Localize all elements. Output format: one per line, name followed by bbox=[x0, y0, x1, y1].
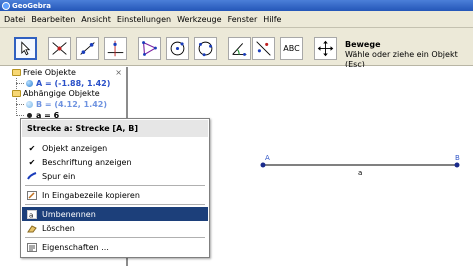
object-row-A[interactable]: A = (-1.88, 1.42) bbox=[26, 79, 110, 88]
free-objects-label: Freie Objekte bbox=[23, 68, 76, 77]
menu-werkzeuge[interactable]: Werkzeuge bbox=[174, 15, 224, 24]
menu-item-trace-on[interactable]: Spur ein bbox=[22, 169, 208, 183]
toolbar: ABC Bewege Wähle oder ziehe ein Objekt (… bbox=[0, 28, 473, 69]
tree-connector bbox=[16, 104, 24, 105]
object-row-B[interactable]: B = (4.12, 1.42) bbox=[26, 100, 107, 109]
eraser-icon bbox=[26, 223, 38, 233]
menu-separator bbox=[25, 237, 205, 238]
menu-bar: Datei Bearbeiten Ansicht Einstellungen W… bbox=[0, 11, 473, 28]
menu-hilfe[interactable]: Hilfe bbox=[260, 15, 284, 24]
polygon-icon bbox=[142, 41, 157, 56]
menu-separator bbox=[25, 204, 205, 205]
title-bar: GeoGebra bbox=[0, 0, 473, 11]
menu-item-show-object[interactable]: ✔ Objekt anzeigen bbox=[22, 141, 208, 155]
perpendicular-line-tool-button[interactable] bbox=[104, 37, 127, 60]
segment-a-label: a bbox=[358, 169, 362, 177]
object-A-text: A = (-1.88, 1.42) bbox=[36, 79, 111, 88]
context-menu-title: Strecke a: Strecke [A, B] bbox=[22, 120, 208, 137]
menu-item-label: Beschriftung anzeigen bbox=[42, 157, 132, 167]
polygon-tool-button[interactable] bbox=[138, 37, 161, 60]
text-tool-label: ABC bbox=[283, 44, 300, 53]
dependent-objects-folder[interactable]: Abhängige Objekte bbox=[12, 89, 100, 98]
menu-item-label: Spur ein bbox=[42, 171, 76, 181]
menu-item-copy-to-input[interactable]: In Eingabezeile kopieren bbox=[22, 188, 208, 202]
angle-icon bbox=[232, 43, 247, 56]
menu-item-label: Eigenschaften ... bbox=[42, 242, 109, 252]
menu-item-rename[interactable]: a Umbenennen bbox=[22, 207, 208, 221]
menu-item-properties[interactable]: Eigenschaften ... bbox=[22, 240, 208, 254]
point-A[interactable] bbox=[260, 162, 266, 168]
menu-fenster[interactable]: Fenster bbox=[225, 15, 261, 24]
checkmark-icon: ✔ bbox=[28, 143, 36, 153]
folder-icon bbox=[12, 90, 21, 97]
line-through-points-icon bbox=[80, 42, 95, 55]
move-tool-button[interactable] bbox=[14, 37, 37, 60]
menu-item-delete[interactable]: Löschen bbox=[22, 221, 208, 235]
move-arrows-icon bbox=[317, 40, 334, 57]
cursor-arrow-icon bbox=[21, 41, 31, 56]
point-visibility-icon[interactable] bbox=[26, 101, 33, 108]
geogebra-app-icon bbox=[2, 1, 10, 10]
checkmark-icon: ✔ bbox=[28, 157, 36, 167]
angle-tool-button[interactable] bbox=[228, 37, 251, 60]
point-B[interactable] bbox=[454, 162, 460, 168]
tool-name: Bewege bbox=[345, 40, 381, 49]
point-tool-button[interactable] bbox=[48, 37, 71, 60]
object-B-text: B = (4.12, 1.42) bbox=[36, 100, 107, 109]
reflect-tool-button[interactable] bbox=[252, 37, 275, 60]
move-graphics-view-tool-button[interactable] bbox=[314, 37, 337, 60]
menu-bearbeiten[interactable]: Bearbeiten bbox=[28, 15, 78, 24]
point-A-label: A bbox=[265, 154, 270, 162]
copy-to-input-icon bbox=[26, 190, 38, 200]
close-algebra-view-icon[interactable]: × bbox=[115, 68, 122, 77]
menu-ansicht[interactable]: Ansicht bbox=[78, 15, 114, 24]
intersect-lines-icon bbox=[52, 42, 67, 55]
properties-icon bbox=[26, 242, 38, 252]
trace-brush-icon bbox=[26, 171, 38, 181]
point-visibility-icon[interactable] bbox=[26, 80, 33, 87]
menu-separator bbox=[25, 185, 205, 186]
folder-icon bbox=[12, 69, 21, 76]
window-title: GeoGebra bbox=[12, 1, 51, 10]
circle-tool-button[interactable] bbox=[166, 37, 189, 60]
menu-datei[interactable]: Datei bbox=[1, 15, 28, 24]
dependent-objects-label: Abhängige Objekte bbox=[23, 89, 100, 98]
perpendicular-line-icon bbox=[107, 40, 124, 57]
conic-tool-button[interactable] bbox=[194, 37, 217, 60]
tool-description: Bewege Wähle oder ziehe ein Objekt (Esc) bbox=[345, 40, 473, 70]
menu-item-show-label[interactable]: ✔ Beschriftung anzeigen bbox=[22, 155, 208, 169]
menu-item-label: Umbenennen bbox=[42, 209, 96, 219]
rename-icon: a bbox=[26, 209, 38, 219]
text-tool-button[interactable]: ABC bbox=[280, 37, 303, 60]
free-objects-folder[interactable]: Freie Objekte bbox=[12, 68, 76, 77]
line-tool-button[interactable] bbox=[76, 37, 99, 60]
tree-connector bbox=[16, 98, 17, 116]
tree-connector bbox=[16, 83, 24, 84]
circle-center-point-icon bbox=[170, 41, 185, 56]
menu-item-label: In Eingabezeile kopieren bbox=[42, 190, 140, 200]
menu-item-label: Löschen bbox=[42, 223, 75, 233]
svg-text:a: a bbox=[29, 211, 33, 219]
circle-three-points-icon bbox=[198, 41, 213, 57]
menu-einstellungen[interactable]: Einstellungen bbox=[114, 15, 174, 24]
menu-item-label: Objekt anzeigen bbox=[42, 143, 108, 153]
context-menu: Strecke a: Strecke [A, B] ✔ Objekt anzei… bbox=[20, 118, 210, 258]
reflect-line-icon bbox=[256, 41, 271, 56]
point-B-label: B bbox=[455, 154, 460, 162]
tree-connector bbox=[16, 115, 24, 116]
